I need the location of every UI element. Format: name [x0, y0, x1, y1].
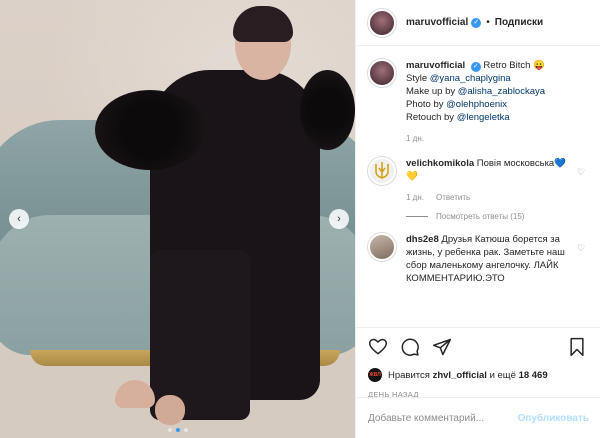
replies-line: [406, 216, 428, 217]
post-header: maruvofficial ✓ • Подписки: [356, 0, 600, 46]
liker-avatar[interactable]: ЖВЛ: [368, 368, 382, 382]
carousel-dot: [167, 428, 172, 432]
publish-button[interactable]: Опубликовать: [518, 413, 589, 424]
like-comment-icon[interactable]: ♡: [577, 243, 589, 285]
reply-button[interactable]: Ответить: [436, 191, 470, 204]
photo-foot-2: [155, 395, 185, 425]
comment-body: dhs2e8 Друзья Катюша борется за жизнь, у…: [406, 233, 577, 285]
carousel-dot-active: [175, 428, 180, 432]
liker-username[interactable]: zhvl_official: [433, 370, 487, 381]
photo-feather-cuff: [95, 90, 205, 170]
credit-label: Make up by: [406, 86, 458, 97]
carousel-dots: [0, 428, 355, 432]
commenter-avatar[interactable]: [368, 157, 396, 185]
view-replies-label: Посмотреть ответы (15): [436, 212, 525, 221]
comment-composer: Опубликовать: [356, 397, 600, 438]
post-side-panel: maruvofficial ✓ • Подписки maruvofficial…: [355, 0, 600, 438]
credit-label: Photo by: [406, 99, 447, 110]
share-paper-plane-icon[interactable]: [432, 337, 454, 359]
post-actions: ЖВЛ Нравится zhvl_official и ещё 18 469 …: [356, 327, 600, 399]
commenter-avatar[interactable]: [368, 233, 396, 261]
trident-icon: [375, 162, 389, 179]
comments-list[interactable]: maruvofficial ✓ Retro Bitch 😛 Style @yan…: [356, 47, 600, 327]
caption-time[interactable]: 1 дн.: [406, 132, 424, 145]
caption-username[interactable]: maruvofficial: [406, 60, 465, 71]
verified-icon: ✓: [471, 17, 482, 28]
comment-meta: 1 дн. Ответить: [406, 191, 577, 204]
comment-item: velichkomikola Повія московська💙💛 1 дн. …: [368, 157, 589, 204]
author-avatar[interactable]: [368, 8, 396, 37]
comment-username[interactable]: velichkomikola: [406, 158, 474, 169]
credit-label: Style: [406, 73, 430, 84]
credit-line: Make up by @alisha_zablockaya: [406, 85, 589, 98]
likes-suffix: и ещё: [489, 369, 516, 381]
credit-line: Photo by @olehphoenix: [406, 98, 589, 111]
comment-input[interactable]: [368, 412, 518, 424]
following-button[interactable]: Подписки: [495, 17, 543, 28]
caption-body: maruvofficial ✓ Retro Bitch 😛 Style @yan…: [406, 59, 589, 145]
next-photo-button[interactable]: ›: [329, 209, 349, 229]
caption-meta: 1 дн.: [406, 132, 589, 145]
photo-feather-cuff-right: [300, 70, 355, 150]
mention-link[interactable]: @alisha_zablockaya: [458, 86, 545, 97]
header-separator: •: [486, 17, 490, 28]
comment-username[interactable]: dhs2e8: [406, 234, 439, 245]
mention-link[interactable]: @lengeletka: [457, 112, 510, 123]
mention-link[interactable]: @yana_chaplygina: [430, 73, 511, 84]
author-username[interactable]: maruvofficial: [406, 17, 468, 28]
carousel-dot: [183, 428, 188, 432]
mention-link[interactable]: @olehphoenix: [446, 99, 507, 110]
likes-count[interactable]: 18 469: [519, 370, 548, 381]
comment-time[interactable]: 1 дн.: [406, 191, 424, 204]
like-heart-icon[interactable]: [368, 337, 390, 359]
likes-prefix: Нравится: [388, 369, 430, 381]
comment-body: velichkomikola Повія московська💙💛 1 дн. …: [406, 157, 577, 204]
verified-icon: ✓: [470, 62, 481, 72]
caption-text: Retro Bitch 😛: [483, 60, 545, 71]
likes-summary[interactable]: ЖВЛ Нравится zhvl_official и ещё 18 469: [368, 368, 589, 382]
prev-photo-button[interactable]: ‹: [9, 209, 29, 229]
credit-label: Retouch by: [406, 112, 457, 123]
caption-avatar[interactable]: [368, 59, 396, 87]
action-icons-row: [368, 336, 589, 360]
credit-line: Retouch by @lengeletka: [406, 111, 589, 124]
comment-bubble-icon[interactable]: [400, 337, 422, 359]
save-bookmark-icon[interactable]: [567, 337, 589, 359]
comment-item: dhs2e8 Друзья Катюша борется за жизнь, у…: [368, 233, 589, 285]
post-photo[interactable]: ‹ ›: [0, 0, 355, 438]
credit-line: Style @yana_chaplygina: [406, 72, 589, 85]
view-replies-button[interactable]: Посмотреть ответы (15): [406, 212, 589, 221]
caption: maruvofficial ✓ Retro Bitch 😛 Style @yan…: [368, 59, 589, 145]
like-comment-icon[interactable]: ♡: [577, 167, 589, 204]
